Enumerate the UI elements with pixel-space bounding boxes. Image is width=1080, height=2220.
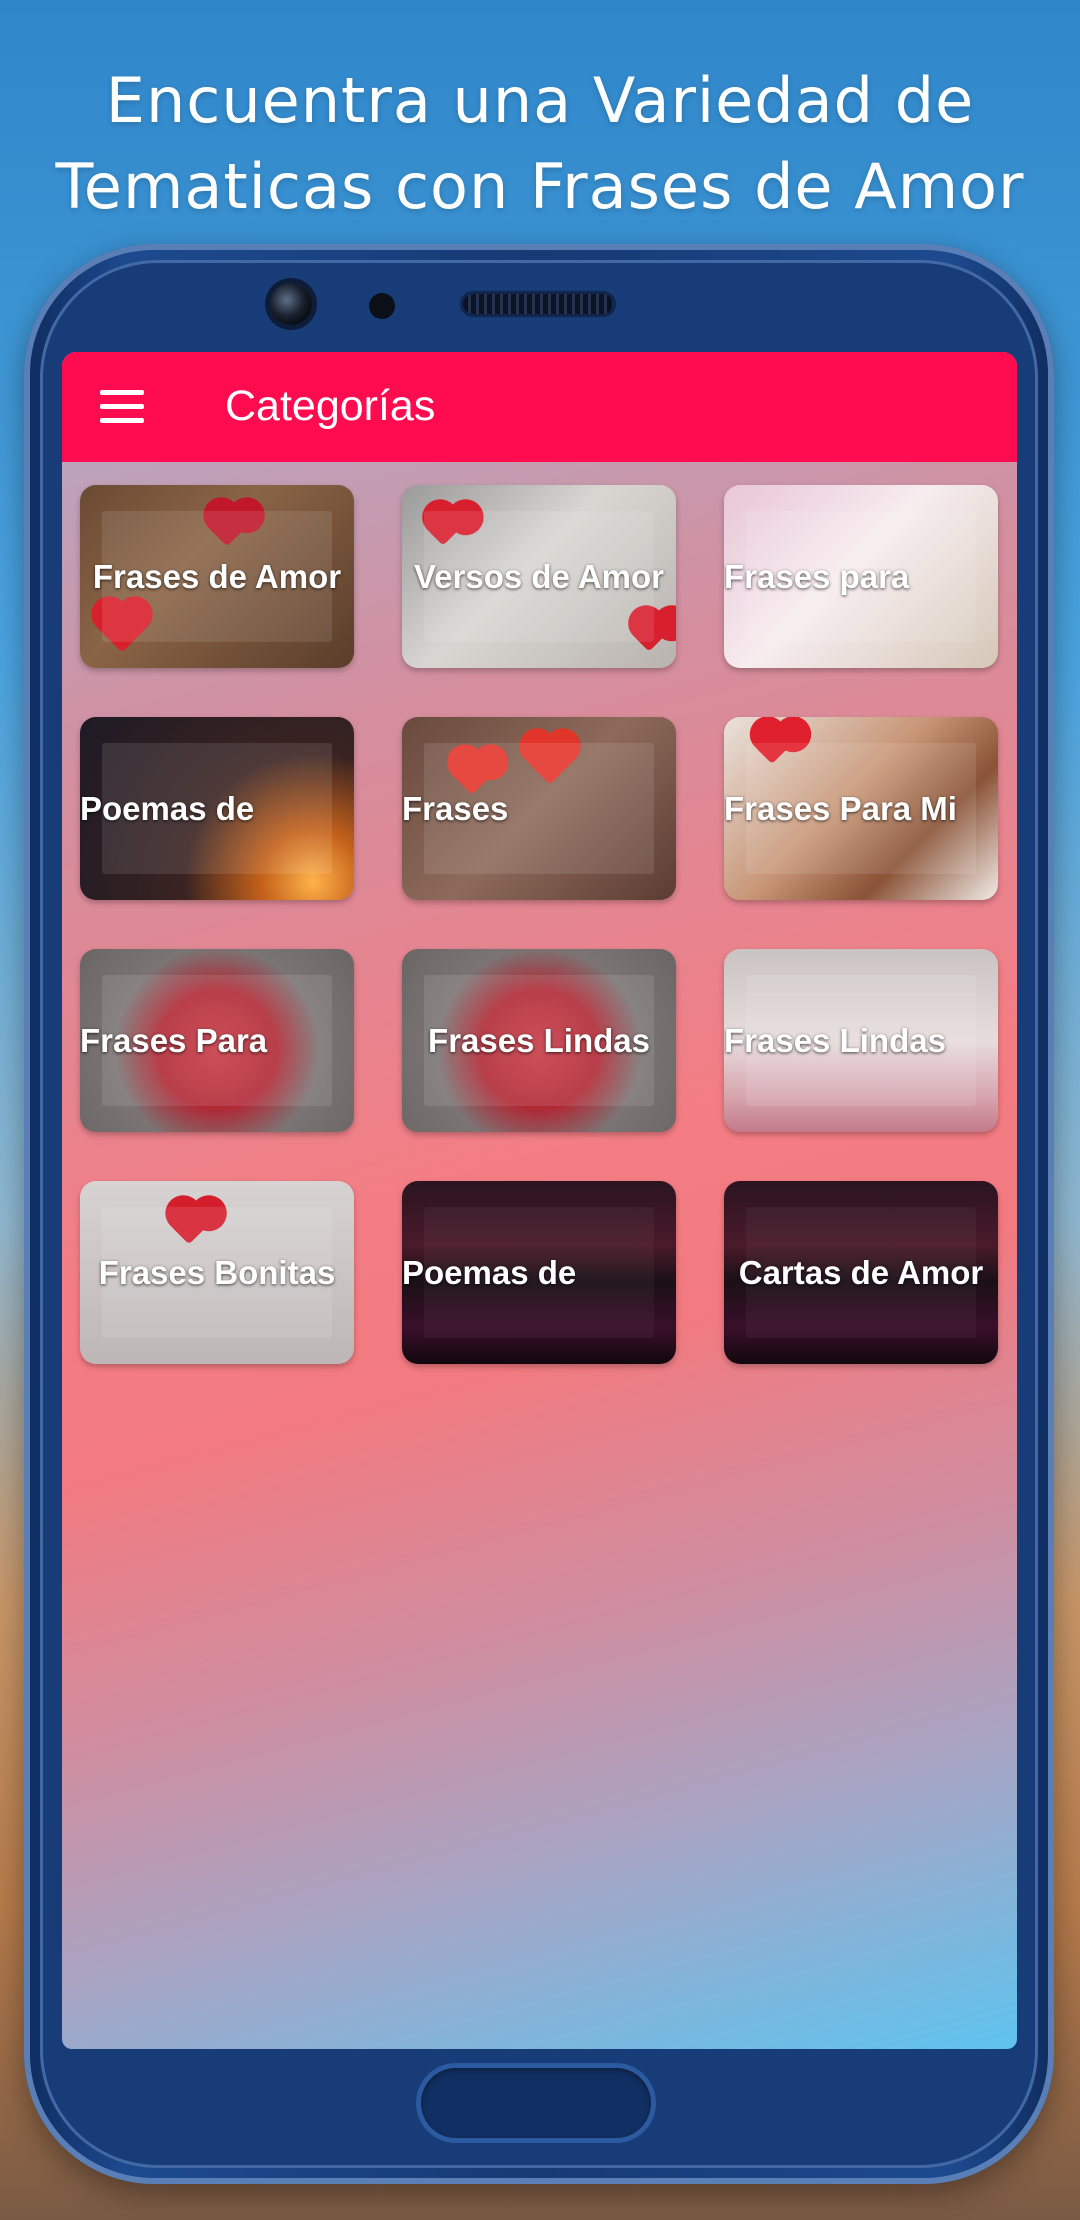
promo-headline-line1: Encuentra una Variedad de bbox=[105, 64, 975, 137]
hamburger-menu-icon[interactable] bbox=[98, 380, 146, 432]
category-label: Frases Para bbox=[80, 1022, 268, 1059]
category-tile[interactable]: Frases bbox=[402, 717, 676, 900]
category-tile[interactable]: Frases Bonitas bbox=[80, 1181, 354, 1364]
category-label: Poemas de bbox=[80, 790, 255, 827]
category-label: Cartas de Amor bbox=[738, 1254, 984, 1291]
category-label: Frases Lindas bbox=[724, 1022, 946, 1059]
front-camera-icon bbox=[270, 283, 312, 325]
app-screen: Categorías Frases de Amor Versos de Amor… bbox=[62, 352, 1017, 2049]
category-label: Frases de Amor bbox=[92, 558, 342, 595]
promo-headline-line2: Tematicas con Frases de Amor bbox=[55, 150, 1025, 223]
category-tile[interactable]: Frases para bbox=[724, 485, 998, 668]
category-tile[interactable]: Frases Para bbox=[80, 949, 354, 1132]
category-label: Frases Lindas bbox=[428, 1022, 650, 1059]
category-tile[interactable]: Cartas de Amor bbox=[724, 1181, 998, 1364]
category-label: Versos de Amor bbox=[413, 558, 665, 595]
category-label: Frases Bonitas bbox=[98, 1254, 336, 1291]
category-tile[interactable]: Frases Lindas bbox=[724, 949, 998, 1132]
category-tile[interactable]: Poemas de bbox=[80, 717, 354, 900]
category-tile[interactable]: Frases de Amor bbox=[80, 485, 354, 668]
category-tile[interactable]: Frases Lindas bbox=[402, 949, 676, 1132]
home-button[interactable] bbox=[421, 2068, 651, 2138]
category-tile[interactable]: Poemas de bbox=[402, 1181, 676, 1364]
category-tile[interactable]: Versos de Amor bbox=[402, 485, 676, 668]
promo-headline: Encuentra una Variedad de Tematicas con … bbox=[0, 58, 1080, 230]
category-label: Frases bbox=[402, 790, 509, 827]
proximity-sensor-icon bbox=[369, 293, 395, 319]
earpiece-speaker-icon bbox=[463, 294, 613, 314]
category-label: Frases para bbox=[724, 558, 910, 595]
category-label: Frases Para Mi bbox=[724, 790, 957, 827]
page-title: Categorías bbox=[225, 382, 436, 430]
category-label: Poemas de bbox=[402, 1254, 577, 1291]
category-tile[interactable]: Frases Para Mi bbox=[724, 717, 998, 900]
app-bar: Categorías bbox=[62, 352, 1017, 462]
